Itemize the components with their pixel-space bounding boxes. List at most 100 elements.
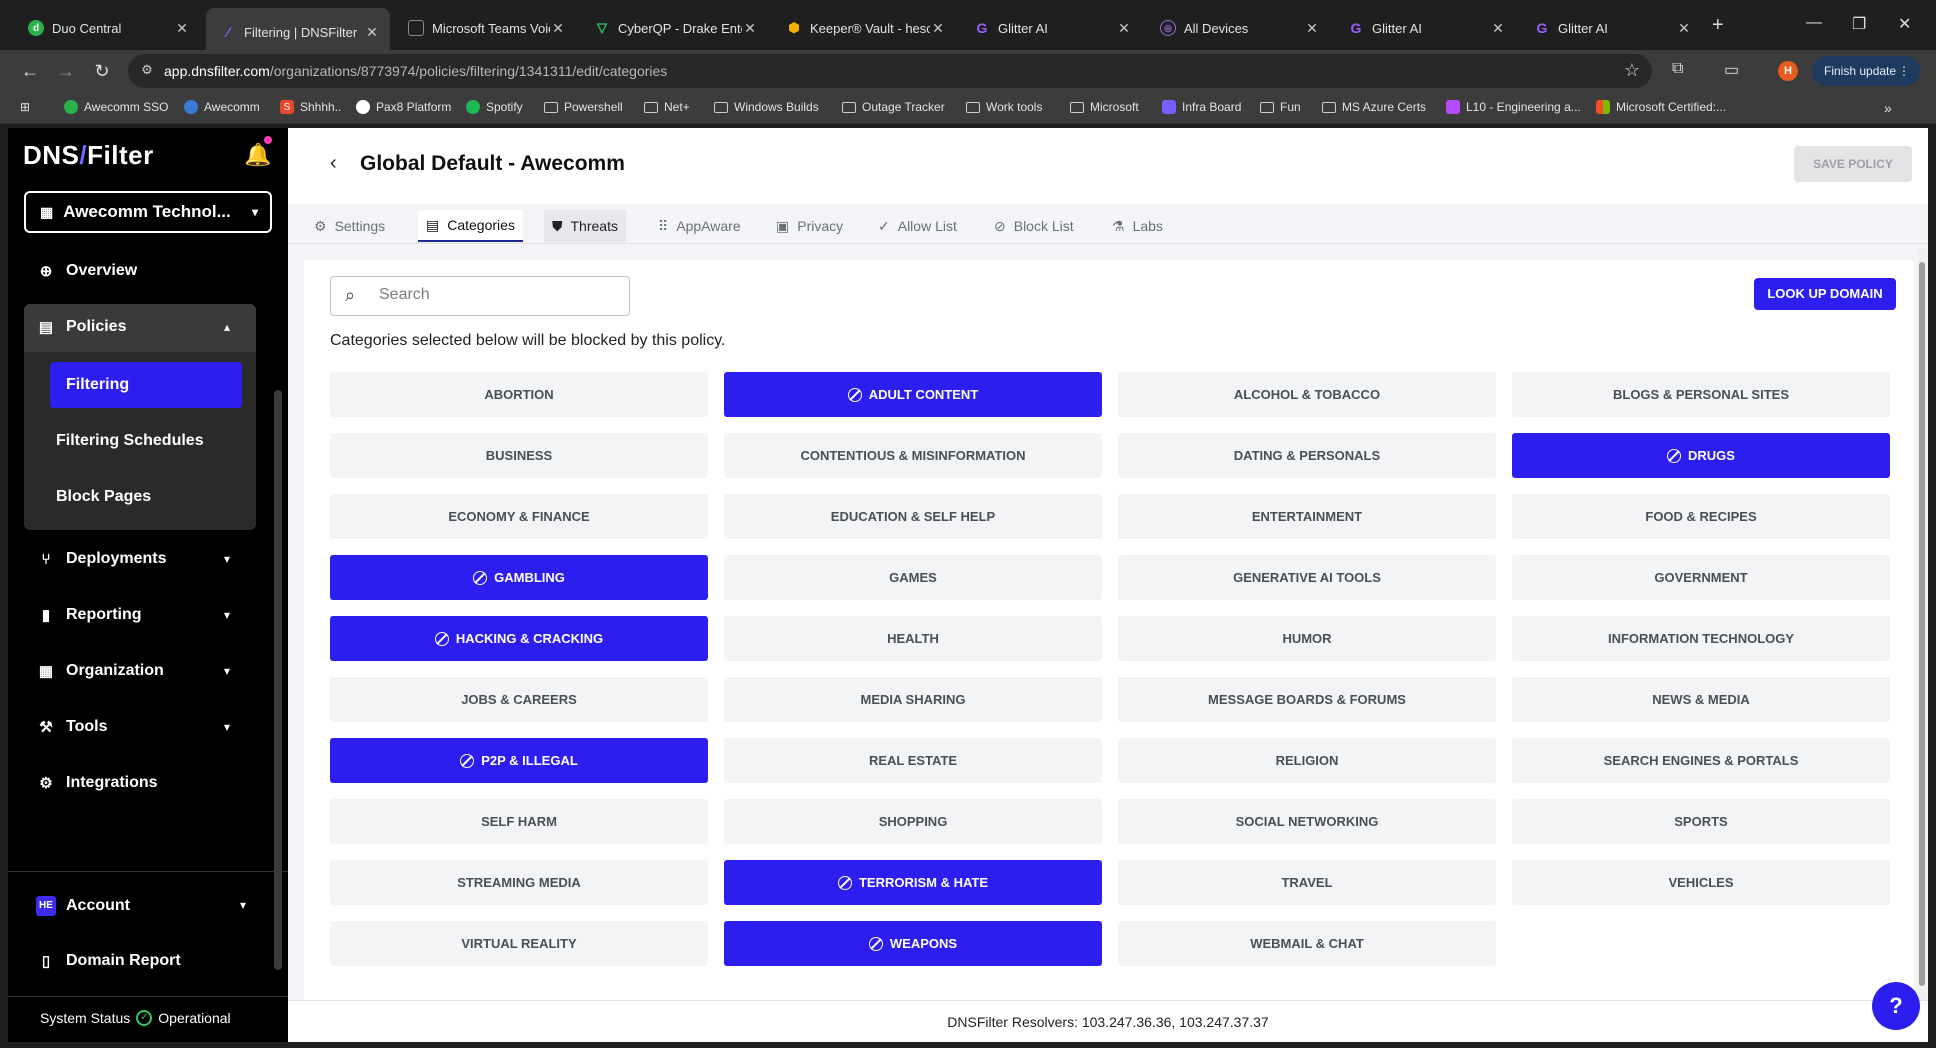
sidebar-scrollbar[interactable]: [274, 390, 282, 970]
tab-threats[interactable]: ⛊ Threats: [544, 210, 626, 242]
bookmark-star-icon[interactable]: ☆: [1624, 60, 1640, 81]
back-icon[interactable]: ←: [18, 59, 42, 83]
nav-domain-report[interactable]: ▯ Domain Report: [36, 952, 181, 970]
scrollbar-thumb[interactable]: [1919, 262, 1925, 986]
tab-categories[interactable]: ▤ Categories: [418, 210, 523, 242]
category-button[interactable]: ENTERTAINMENT: [1118, 494, 1496, 539]
category-button[interactable]: MESSAGE BOARDS & FORUMS: [1118, 677, 1496, 722]
bookmark-folder[interactable]: Microsoft: [1070, 100, 1139, 114]
close-tab-icon[interactable]: ✕: [742, 20, 758, 37]
more-bookmarks-icon[interactable]: »: [1884, 100, 1892, 116]
tab-block-list[interactable]: ⊘ Block List: [986, 210, 1082, 242]
category-button[interactable]: EDUCATION & SELF HELP: [724, 494, 1102, 539]
browser-tab[interactable]: G Glitter AI ✕: [1334, 10, 1516, 46]
close-tab-icon[interactable]: ✕: [930, 20, 946, 37]
search-box[interactable]: ⌕: [330, 276, 630, 316]
category-button[interactable]: P2P & ILLEGAL: [330, 738, 708, 783]
bookmark-folder[interactable]: Work tools: [966, 100, 1042, 114]
nav-filtering[interactable]: Filtering: [50, 362, 242, 408]
tab-settings[interactable]: ⚙ Settings: [306, 210, 393, 242]
save-policy-button[interactable]: SAVE POLICY: [1794, 146, 1912, 182]
category-button[interactable]: ADULT CONTENT: [724, 372, 1102, 417]
restore-icon[interactable]: ❐: [1852, 14, 1866, 34]
category-button[interactable]: NEWS & MEDIA: [1512, 677, 1890, 722]
finish-update-button[interactable]: Finish update ⋮: [1812, 56, 1920, 86]
close-tab-icon[interactable]: ✕: [1116, 20, 1132, 37]
forward-icon[interactable]: →: [54, 59, 78, 83]
chevron-down-icon[interactable]: ▾: [224, 664, 230, 678]
category-button[interactable]: GENERATIVE AI TOOLS: [1118, 555, 1496, 600]
category-button[interactable]: DRUGS: [1512, 433, 1890, 478]
address-bar[interactable]: ⚙ app.dnsfilter.com/organizations/877397…: [128, 54, 1652, 88]
close-tab-icon[interactable]: ✕: [550, 20, 566, 37]
bookmark[interactable]: Awecomm: [184, 100, 260, 114]
bookmark[interactable]: Pax8 Platform: [356, 100, 451, 114]
category-button[interactable]: ECONOMY & FINANCE: [330, 494, 708, 539]
bookmark[interactable]: S Shhhh..: [280, 100, 341, 114]
category-button[interactable]: BUSINESS: [330, 433, 708, 478]
chevron-down-icon[interactable]: ▾: [240, 898, 246, 912]
organization-selector[interactable]: ▦ Awecomm Technol... ▾: [24, 191, 272, 233]
cast-icon[interactable]: ▭: [1724, 60, 1739, 80]
chevron-down-icon[interactable]: ▾: [224, 552, 230, 566]
category-button[interactable]: SOCIAL NETWORKING: [1118, 799, 1496, 844]
close-tab-icon[interactable]: ✕: [1304, 20, 1320, 37]
url-text[interactable]: app.dnsfilter.com/organizations/8773974/…: [164, 63, 667, 79]
bookmark-folder[interactable]: Windows Builds: [714, 100, 819, 114]
category-button[interactable]: WEBMAIL & CHAT: [1118, 921, 1496, 966]
chevron-down-icon[interactable]: ▾: [224, 608, 230, 622]
category-button[interactable]: ABORTION: [330, 372, 708, 417]
nav-reporting[interactable]: ▮ Reporting: [36, 606, 142, 624]
nav-policies-label[interactable]: ▤ Policies: [36, 318, 127, 336]
system-status[interactable]: System Status ✓ Operational: [40, 1010, 231, 1026]
category-button[interactable]: INFORMATION TECHNOLOGY: [1512, 616, 1890, 661]
bookmark-folder[interactable]: Outage Tracker: [842, 100, 945, 114]
category-button[interactable]: JOBS & CAREERS: [330, 677, 708, 722]
main-scrollbar[interactable]: [1918, 248, 1926, 1018]
category-button[interactable]: GAMES: [724, 555, 1102, 600]
category-button[interactable]: FOOD & RECIPES: [1512, 494, 1890, 539]
nav-overview[interactable]: ⊕ Overview: [36, 262, 137, 280]
bookmark-folder[interactable]: MS Azure Certs: [1322, 100, 1426, 114]
close-tab-icon[interactable]: ✕: [1676, 20, 1692, 37]
reload-icon[interactable]: ↻: [90, 59, 114, 83]
browser-tab-active[interactable]: ∕ Filtering | DNSFilter ✕: [206, 8, 390, 56]
extensions-icon[interactable]: ⧉: [1672, 60, 1683, 78]
browser-tab[interactable]: G Glitter AI ✕: [960, 10, 1142, 46]
bookmark[interactable]: Awecomm SSO: [64, 100, 168, 114]
category-button[interactable]: ALCOHOL & TOBACCO: [1118, 372, 1496, 417]
browser-tab[interactable]: d Duo Central ✕: [14, 10, 200, 46]
category-button[interactable]: HACKING & CRACKING: [330, 616, 708, 661]
minimize-icon[interactable]: —: [1806, 14, 1822, 32]
category-button[interactable]: RELIGION: [1118, 738, 1496, 783]
category-button[interactable]: REAL ESTATE: [724, 738, 1102, 783]
category-button[interactable]: BLOGS & PERSONAL SITES: [1512, 372, 1890, 417]
browser-tab[interactable]: G Glitter AI ✕: [1520, 10, 1702, 46]
category-button[interactable]: SHOPPING: [724, 799, 1102, 844]
nav-block-pages[interactable]: Block Pages: [56, 488, 151, 506]
tab-privacy[interactable]: ▣ Privacy: [768, 210, 851, 242]
category-button[interactable]: SEARCH ENGINES & PORTALS: [1512, 738, 1890, 783]
close-tab-icon[interactable]: ✕: [174, 20, 190, 37]
nav-integrations[interactable]: ⚙ Integrations: [36, 774, 157, 792]
browser-tab[interactable]: ⬢ Keeper® Vault - hesch ✕: [772, 10, 956, 46]
dnsfilter-logo[interactable]: DNS/Filter: [23, 140, 154, 171]
category-button[interactable]: CONTENTIOUS & MISINFORMATION: [724, 433, 1102, 478]
category-button[interactable]: TRAVEL: [1118, 860, 1496, 905]
profile-avatar[interactable]: H: [1778, 61, 1798, 81]
category-button[interactable]: GOVERNMENT: [1512, 555, 1890, 600]
look-up-domain-button[interactable]: LOOK UP DOMAIN: [1754, 278, 1896, 310]
category-button[interactable]: WEAPONS: [724, 921, 1102, 966]
category-button[interactable]: DATING & PERSONALS: [1118, 433, 1496, 478]
category-button[interactable]: VEHICLES: [1512, 860, 1890, 905]
bookmark[interactable]: Microsoft Certified:...: [1596, 100, 1726, 114]
site-info-icon[interactable]: ⚙: [138, 62, 156, 80]
bookmark-folder[interactable]: Fun: [1260, 100, 1301, 114]
category-button[interactable]: TERRORISM & HATE: [724, 860, 1102, 905]
category-button[interactable]: SELF HARM: [330, 799, 708, 844]
tab-allow-list[interactable]: ✓ Allow List: [870, 210, 965, 242]
new-tab-icon[interactable]: +: [1712, 14, 1724, 37]
nav-tools[interactable]: ⚒ Tools: [36, 718, 107, 736]
bookmark-folder[interactable]: Powershell: [544, 100, 623, 114]
apps-grid-icon[interactable]: ⊞: [20, 100, 30, 114]
